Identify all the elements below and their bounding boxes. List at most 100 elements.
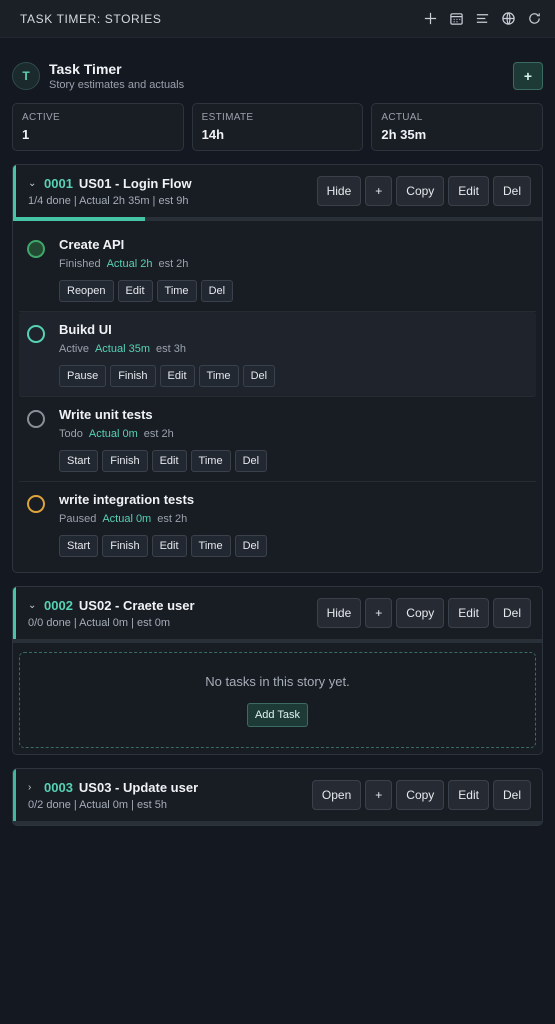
story-meta: 1/4 done | Actual 2h 35m | est 9h	[28, 194, 189, 207]
task-del-button[interactable]: Del	[200, 280, 234, 302]
story-actions: Open + Copy Edit Del	[311, 780, 531, 810]
story-copy-button[interactable]: Copy	[396, 780, 445, 810]
story-add-task-button[interactable]: +	[365, 780, 393, 810]
story-meta: 0/0 done | Actual 0m | est 0m	[28, 616, 171, 629]
chevron-right-icon[interactable]: ›	[28, 782, 38, 793]
story-card: ⌄ 0002 US02 - Craete user 0/0 done | Act…	[12, 586, 543, 755]
task-name: write integration tests	[59, 492, 195, 507]
story-copy-button[interactable]: Copy	[396, 176, 445, 206]
task-list: No tasks in this story yet. Add Task	[13, 652, 542, 748]
task-start-button[interactable]: Start	[59, 535, 99, 557]
story-hide-button[interactable]: Hide	[316, 598, 362, 628]
app-subtitle: Story estimates and actuals	[49, 78, 185, 91]
empty-state: No tasks in this story yet. Add Task	[19, 652, 536, 748]
task-edit-button[interactable]: Edit	[151, 535, 187, 557]
story-add-task-button[interactable]: +	[365, 598, 393, 628]
story-copy-button[interactable]: Copy	[396, 598, 445, 628]
stat-value: 2h 35m	[381, 127, 427, 142]
task-finish-button[interactable]: Finish	[102, 450, 148, 472]
story-progress	[13, 217, 542, 221]
task-edit-button[interactable]: Edit	[151, 450, 187, 472]
task-meta: Paused Actual 0m est 2h	[59, 513, 528, 525]
stat-label: ACTIVE	[22, 112, 60, 123]
task-status-icon[interactable]	[27, 495, 45, 513]
story-hide-button[interactable]: Hide	[316, 176, 362, 206]
stat-active: ACTIVE 1	[12, 103, 184, 151]
task-estimate: est 3h	[156, 343, 186, 355]
task-del-button[interactable]: Del	[234, 450, 268, 472]
story-id: 0001	[44, 175, 73, 191]
task-estimate: est 2h	[158, 258, 189, 270]
app-name: Task Timer	[49, 60, 122, 77]
main-content: T Task Timer Story estimates and actuals…	[0, 48, 555, 826]
story-name: US03 - Update user	[78, 779, 199, 795]
stat-label: ESTIMATE	[201, 112, 254, 123]
story-del-button[interactable]: Del	[492, 176, 531, 206]
task-actions: Start Finish Edit Time Del	[59, 450, 528, 472]
story-actions: Hide + Copy Edit Del	[316, 598, 531, 628]
chevron-down-icon[interactable]: ⌄	[28, 600, 38, 611]
avatar: T	[12, 62, 40, 90]
task-estimate: est 2h	[157, 513, 188, 525]
task-time-button[interactable]: Time	[156, 280, 197, 302]
window-title: TASK TIMER: STORIES	[20, 11, 162, 26]
task-reopen-button[interactable]: Reopen	[59, 280, 114, 302]
task-name: Buikd UI	[59, 322, 112, 337]
task-actual: Actual 0m	[88, 428, 138, 440]
stat-estimate: ESTIMATE 14h	[191, 103, 364, 151]
task-time-button[interactable]: Time	[198, 365, 239, 387]
add-task-button[interactable]: Add Task	[246, 702, 309, 727]
task-actions: Pause Finish Edit Time Del	[59, 365, 528, 387]
story-del-button[interactable]: Del	[492, 780, 531, 810]
task-actual: Actual 0m	[102, 513, 152, 525]
story-edit-button[interactable]: Edit	[448, 780, 489, 810]
task-del-button[interactable]: Del	[234, 535, 268, 557]
task-actual: Actual 2h	[106, 258, 153, 270]
story-actions: Hide + Copy Edit Del	[316, 176, 531, 206]
globe-icon[interactable]	[500, 10, 517, 27]
story-edit-button[interactable]: Edit	[448, 598, 489, 628]
calendar-icon[interactable]	[448, 10, 465, 27]
story-id: 0002	[44, 597, 73, 613]
task-time-button[interactable]: Time	[190, 535, 231, 557]
story-header: ⌄ 0002 US02 - Craete user 0/0 done | Act…	[13, 587, 542, 639]
task-pause-button[interactable]: Pause	[59, 365, 107, 387]
task-time-button[interactable]: Time	[190, 450, 231, 472]
task-start-button[interactable]: Start	[59, 450, 99, 472]
refresh-icon[interactable]	[526, 10, 543, 27]
task-finish-button[interactable]: Finish	[110, 365, 156, 387]
task-name: Write unit tests	[59, 407, 153, 422]
task-estimate: est 2h	[143, 428, 174, 440]
story-progress	[13, 821, 542, 825]
task-row: Buikd UI Active Actual 35m est 3h Pause F…	[19, 312, 536, 397]
list-icon[interactable]	[474, 10, 491, 27]
stat-value: 1	[22, 127, 30, 142]
story-name: US02 - Craete user	[78, 597, 195, 613]
story-edit-button[interactable]: Edit	[448, 176, 489, 206]
task-name: Create API	[59, 237, 125, 252]
plus-icon[interactable]	[422, 10, 439, 27]
title-bar-actions	[422, 10, 543, 27]
task-status-icon[interactable]	[27, 240, 45, 258]
story-header: ⌄ 0001 US01 - Login Flow 1/4 done | Actu…	[13, 165, 542, 217]
task-list: Create API Finished Actual 2h est 2h Reo…	[13, 221, 542, 572]
task-finish-button[interactable]: Finish	[102, 535, 148, 557]
task-status-icon[interactable]	[27, 325, 45, 343]
task-status-icon[interactable]	[27, 410, 45, 428]
story-meta: 0/2 done | Actual 0m | est 5h	[28, 798, 168, 811]
app-header: T Task Timer Story estimates and actuals…	[12, 48, 543, 102]
story-del-button[interactable]: Del	[492, 598, 531, 628]
task-del-button[interactable]: Del	[242, 365, 276, 387]
empty-message: No tasks in this story yet.	[205, 673, 350, 689]
task-row: Write unit tests Todo Actual 0m est 2h S…	[19, 397, 536, 482]
add-story-button[interactable]: +	[513, 62, 543, 90]
story-open-button[interactable]: Open	[311, 780, 362, 810]
task-edit-button[interactable]: Edit	[159, 365, 195, 387]
story-id: 0003	[44, 779, 73, 795]
story-add-task-button[interactable]: +	[365, 176, 393, 206]
chevron-down-icon[interactable]: ⌄	[28, 178, 38, 189]
story-card: › 0003 US03 - Update user 0/2 done | Act…	[12, 768, 543, 826]
task-edit-button[interactable]: Edit	[117, 280, 153, 302]
task-status: Finished	[59, 258, 101, 270]
stat-value: 14h	[201, 127, 225, 142]
